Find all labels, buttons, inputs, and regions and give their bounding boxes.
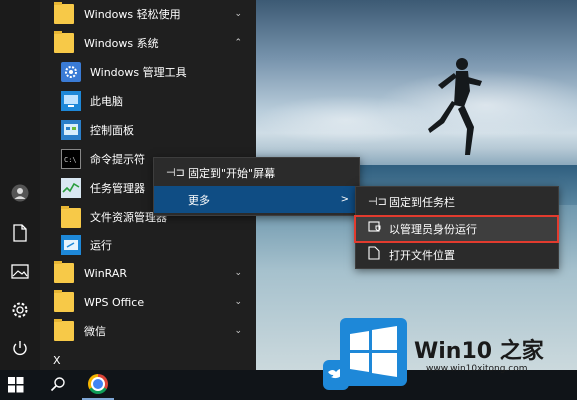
section-header-x[interactable]: X (53, 354, 61, 367)
chevron-up-icon: ⌃ (234, 38, 242, 48)
documents-icon[interactable] (10, 223, 30, 243)
runner-silhouette (428, 58, 482, 155)
folder-label: Windows 系统 (84, 37, 159, 50)
folder-icon (54, 2, 74, 24)
menu-item-label: 更多 (188, 193, 210, 207)
app-label: 任务管理器 (90, 182, 145, 195)
chevron-down-icon: ⌄ (234, 9, 242, 19)
app-label: 控制面板 (90, 124, 134, 137)
pictures-icon[interactable] (10, 261, 30, 281)
chevron-right-icon: > (340, 194, 349, 205)
menu-item-label: 打开文件位置 (389, 248, 455, 262)
shield-icon (368, 220, 382, 237)
chevron-down-icon: ⌄ (234, 326, 242, 336)
power-icon[interactable] (10, 338, 30, 358)
watermark-brand: Win10 之家 (414, 339, 544, 364)
start-menu-rail (0, 0, 40, 370)
cloud (256, 95, 436, 145)
folder-icon (54, 261, 74, 283)
app-label: 运行 (90, 239, 112, 252)
watermark-url: www.win10xitong.com (426, 364, 528, 374)
task-manager-icon (61, 178, 81, 198)
app-control-panel[interactable]: 控制面板 (40, 116, 256, 144)
folder-winrar[interactable]: WinRAR ⌄ (40, 259, 256, 287)
folder-windows-system[interactable]: Windows 系统 ⌃ (40, 29, 256, 57)
pin-icon: ⊣⊐ (368, 195, 387, 208)
user-avatar-icon[interactable] (10, 183, 30, 203)
folder-icon (54, 319, 74, 341)
app-label: 命令提示符 (90, 153, 145, 166)
folder-label: Windows 轻松使用 (84, 8, 181, 21)
file-icon (368, 246, 380, 263)
menu-item-label: 固定到"开始"屏幕 (188, 166, 276, 180)
watermark-windows-logo (340, 318, 407, 386)
open-file-location-item[interactable]: 打开文件位置 (356, 241, 558, 268)
folder-label: WinRAR (84, 266, 128, 280)
control-panel-icon (61, 120, 81, 140)
settings-icon[interactable] (10, 300, 30, 320)
app-label: 此电脑 (90, 95, 123, 108)
app-label: Windows 管理工具 (90, 66, 187, 79)
context-menu: ⊣⊐ 固定到"开始"屏幕 更多 > (153, 157, 360, 216)
app-this-pc[interactable]: 此电脑 (40, 87, 256, 115)
run-icon (61, 235, 81, 255)
admin-tools-icon (61, 62, 81, 82)
app-run[interactable]: 运行 (40, 231, 256, 259)
more-submenu: ⊣⊐ 固定到任务栏 以管理员身份运行 打开文件位置 (355, 186, 559, 269)
taskbar (0, 370, 577, 400)
folder-label: WPS Office (84, 295, 145, 309)
cmd-icon: C:\ (61, 149, 81, 169)
search-icon[interactable] (50, 376, 66, 395)
folder-icon (54, 31, 74, 53)
folder-wps-office[interactable]: WPS Office ⌄ (40, 288, 256, 316)
chevron-down-icon: ⌄ (234, 297, 242, 307)
more-item[interactable]: 更多 > (154, 186, 359, 213)
pin-icon: ⊣⊐ (166, 166, 185, 179)
chevron-down-icon: ⌄ (234, 268, 242, 278)
folder-label: 微信 (84, 325, 106, 338)
app-admin-tools[interactable]: Windows 管理工具 (40, 58, 256, 86)
pin-to-taskbar-item[interactable]: ⊣⊐ 固定到任务栏 (356, 188, 558, 215)
folder-icon (54, 290, 74, 312)
folder-wechat[interactable]: 微信 ⌄ (40, 317, 256, 345)
svg-text:C:\: C:\ (64, 156, 77, 164)
windows-start-icon[interactable] (8, 377, 24, 396)
menu-item-label: 以管理员身份运行 (389, 222, 477, 236)
chrome-icon[interactable] (88, 374, 108, 394)
file-explorer-icon (61, 206, 81, 228)
menu-item-label: 固定到任务栏 (389, 195, 455, 209)
run-as-admin-item[interactable]: 以管理员身份运行 (356, 215, 558, 242)
folder-windows-ease-of-access[interactable]: Windows 轻松使用 ⌄ (40, 0, 256, 28)
pin-to-start-item[interactable]: ⊣⊐ 固定到"开始"屏幕 (154, 159, 359, 186)
this-pc-icon (61, 91, 81, 111)
